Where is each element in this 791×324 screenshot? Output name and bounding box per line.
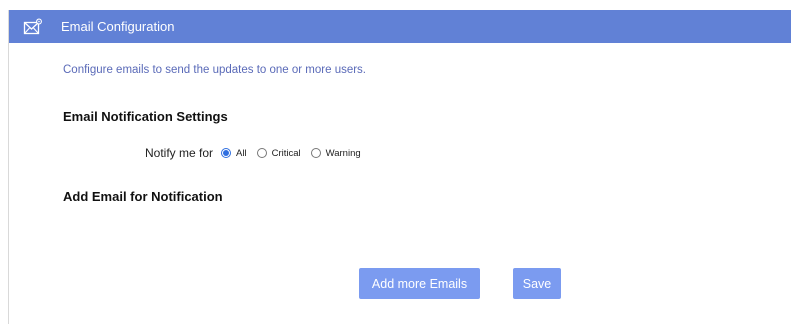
radio-critical-label[interactable]: Critical <box>272 148 301 159</box>
radio-all[interactable] <box>221 148 232 158</box>
email-settings-icon <box>23 18 43 36</box>
radio-critical[interactable] <box>256 148 267 158</box>
add-email-heading: Add Email for Notification <box>63 189 223 204</box>
panel-title: Email Configuration <box>61 19 175 34</box>
add-more-emails-button[interactable]: Add more Emails <box>359 268 480 299</box>
panel-header: Email Configuration <box>9 10 791 43</box>
notify-label: Notify me for <box>145 146 214 160</box>
intro-text: Configure emails to send the updates to … <box>63 64 367 76</box>
save-button[interactable]: Save <box>513 268 561 299</box>
notify-options-row: Notify me for All Critical Warning <box>145 146 371 160</box>
radio-all-label[interactable]: All <box>236 148 247 159</box>
radio-warning-label[interactable]: Warning <box>326 148 361 159</box>
email-configuration-panel: Email Configuration Configure emails to … <box>8 10 791 324</box>
notification-settings-heading: Email Notification Settings <box>63 109 228 124</box>
radio-warning[interactable] <box>310 148 321 158</box>
